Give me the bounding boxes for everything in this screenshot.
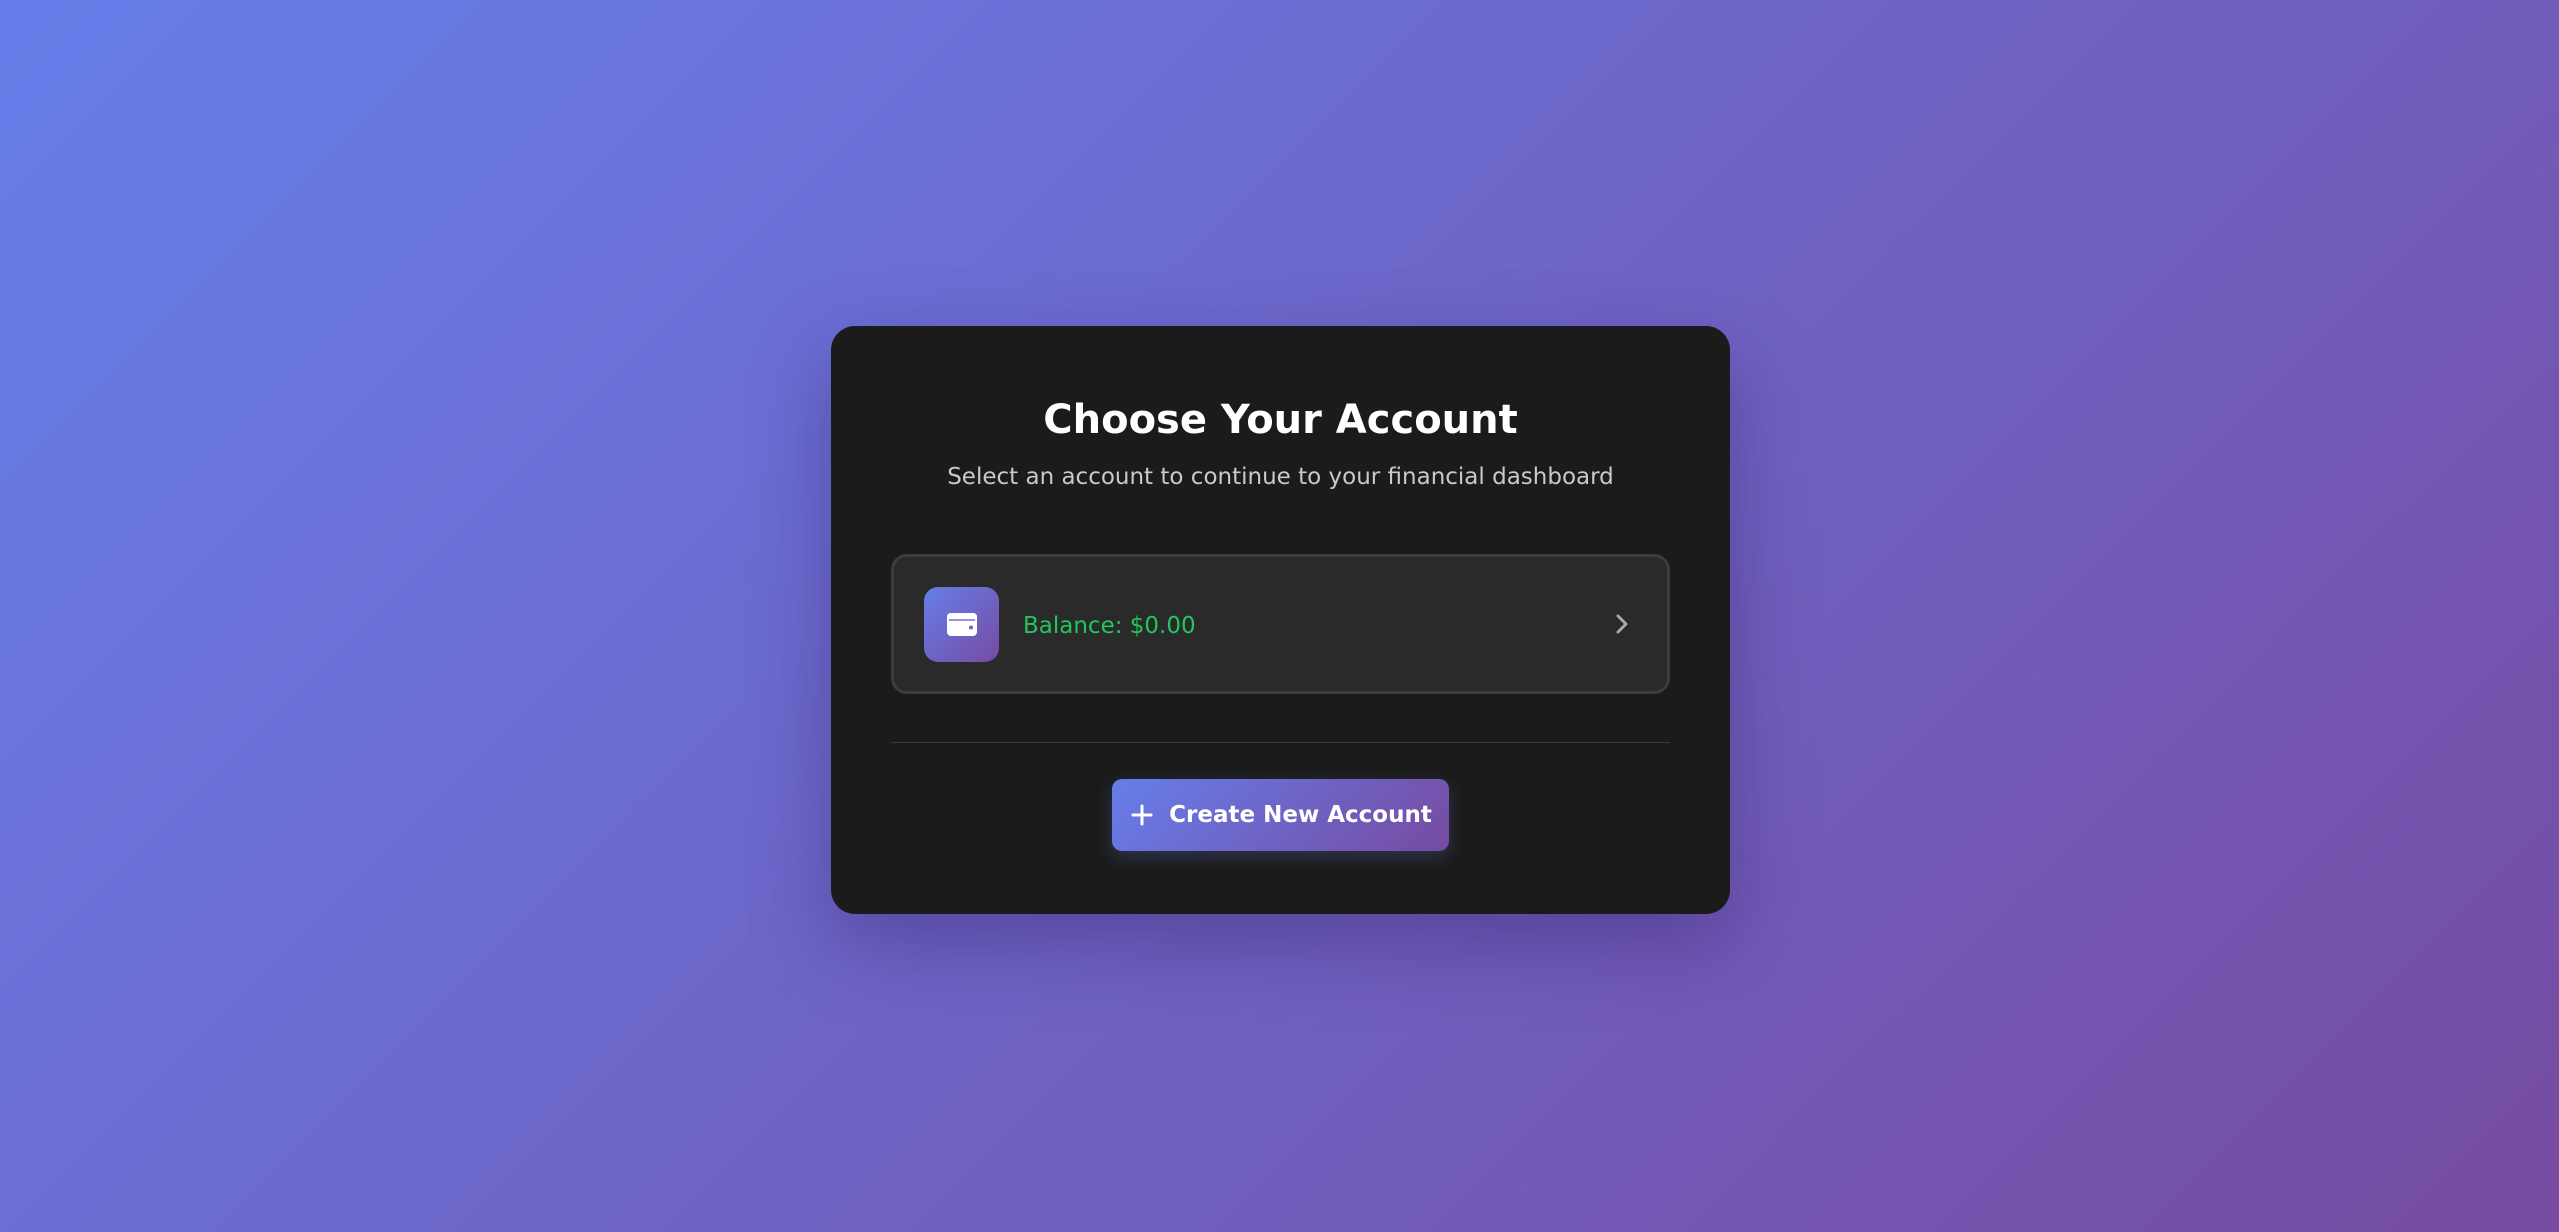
page-title: Choose Your Account bbox=[1043, 397, 1518, 443]
wallet-icon bbox=[924, 586, 999, 662]
create-account-label: Create New Account bbox=[1169, 802, 1432, 828]
plus-icon bbox=[1129, 802, 1155, 828]
account-balance: Balance: $0.00 bbox=[1023, 613, 1196, 639]
account-item[interactable]: Balance: $0.00 bbox=[891, 554, 1670, 694]
create-account-button[interactable]: Create New Account bbox=[1112, 779, 1449, 851]
divider bbox=[891, 742, 1670, 743]
chevron-right-icon bbox=[1607, 609, 1637, 639]
account-picker-card: Choose Your Account Select an account to… bbox=[831, 326, 1730, 914]
page-subtitle: Select an account to continue to your fi… bbox=[947, 464, 1614, 490]
